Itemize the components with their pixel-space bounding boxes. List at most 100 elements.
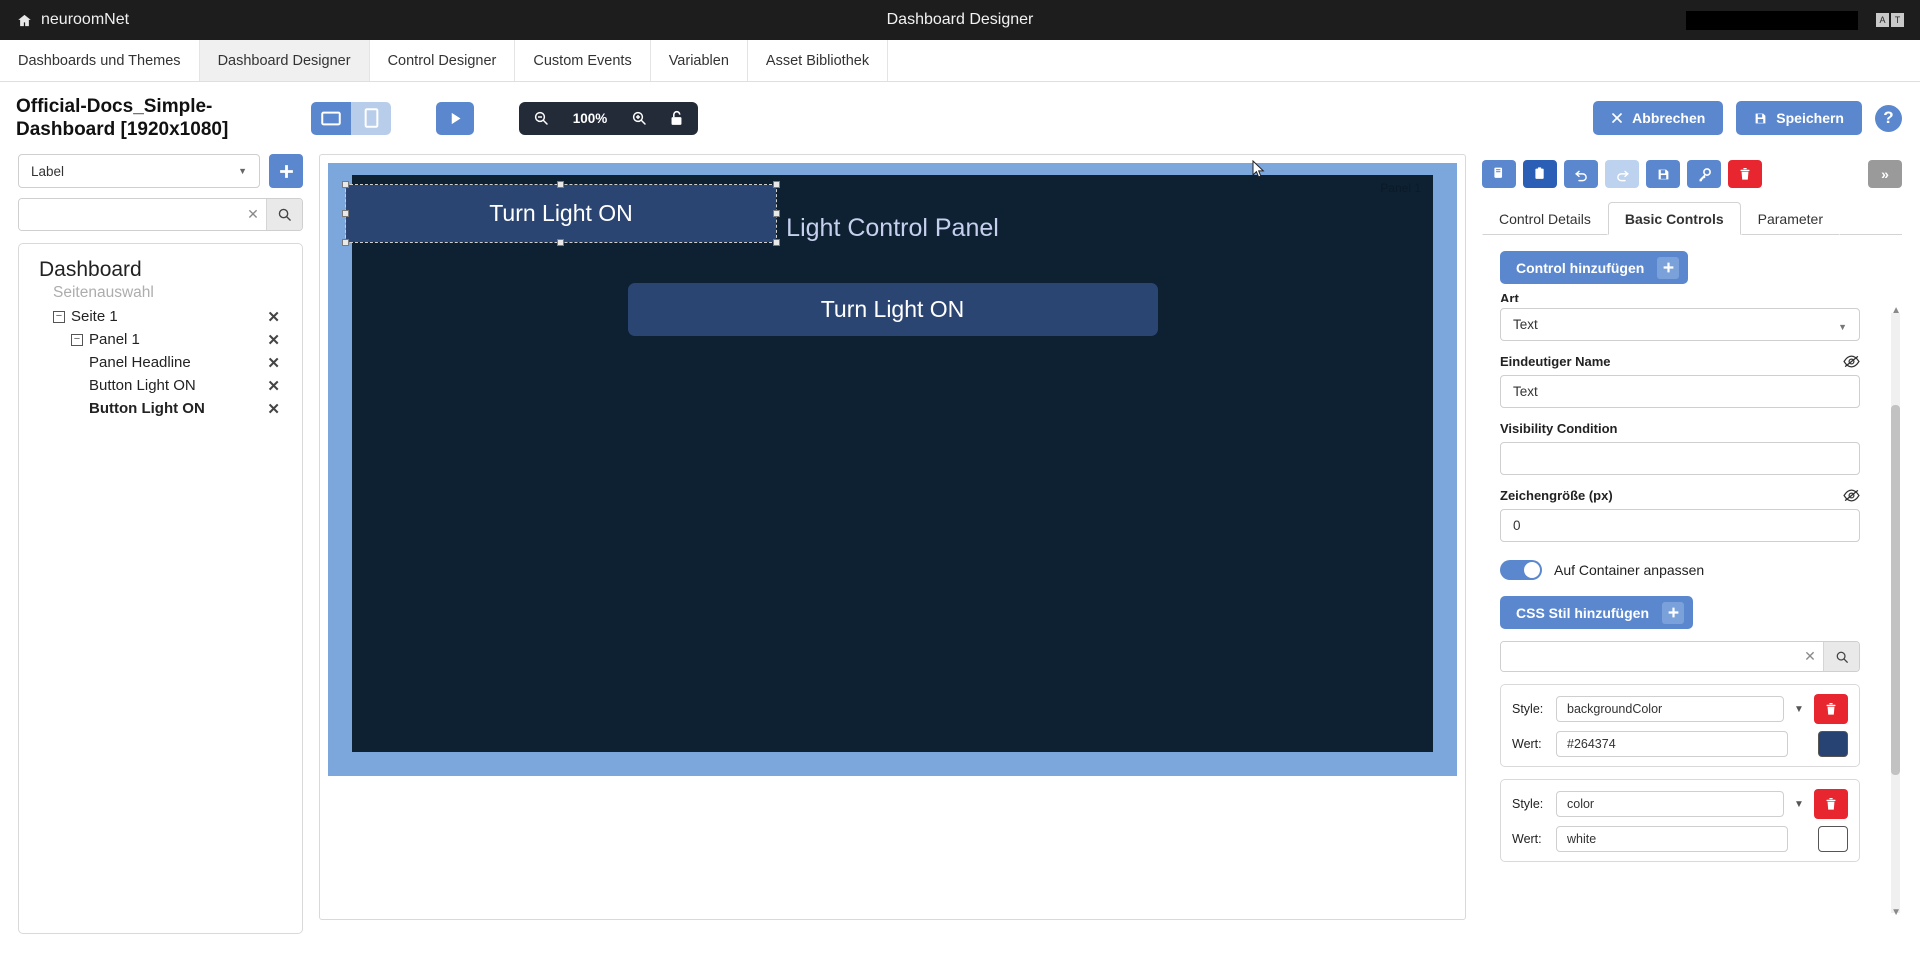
lock-open-icon[interactable]: [669, 110, 684, 127]
control-type-select[interactable]: Label ▼: [18, 154, 260, 188]
add-control-button[interactable]: [269, 154, 303, 188]
header-row: Official-Docs_Simple-Dashboard [1920x108…: [0, 82, 1920, 154]
selected-control[interactable]: Turn Light ON: [346, 185, 776, 242]
design-stage[interactable]: Panel 1 Light Control Panel Turn Light O…: [328, 163, 1457, 776]
search-icon[interactable]: [1823, 642, 1859, 671]
copy-button[interactable]: [1482, 160, 1516, 188]
canvas-frame: Panel 1 Light Control Panel Turn Light O…: [319, 154, 1466, 920]
delete-style-button[interactable]: [1814, 789, 1848, 819]
topbar-icon-group: A T: [1876, 13, 1904, 27]
nav-tab-dashboards-und-themes[interactable]: Dashboards und Themes: [0, 40, 200, 81]
resize-handle-n[interactable]: [557, 181, 564, 188]
resize-handle-nw[interactable]: [342, 181, 349, 188]
resize-handle-s[interactable]: [557, 239, 564, 246]
chevron-down-icon[interactable]: ▼: [1792, 704, 1806, 715]
undo-button[interactable]: [1564, 160, 1598, 188]
style-name-select[interactable]: color: [1556, 791, 1784, 817]
tree-item-label: Panel 1: [89, 331, 140, 348]
add-control-button[interactable]: Control hinzufügen: [1500, 251, 1688, 284]
css-search-input[interactable]: [1501, 642, 1797, 671]
landscape-icon[interactable]: [311, 102, 351, 135]
style-value-input[interactable]: white: [1556, 826, 1788, 852]
color-swatch[interactable]: [1818, 731, 1848, 757]
color-swatch[interactable]: [1818, 826, 1848, 852]
save-button-label: Speichern: [1776, 110, 1844, 126]
tree-item-panel-headline[interactable]: Panel Headline ✕: [39, 351, 290, 374]
delete-button[interactable]: [1728, 160, 1762, 188]
style-key-label: Style:: [1512, 797, 1548, 811]
language-icon[interactable]: A: [1876, 13, 1889, 27]
resize-handle-ne[interactable]: [773, 181, 780, 188]
eindeutiger-name-input[interactable]: Text: [1500, 375, 1860, 408]
tree-item-label: Seite 1: [71, 308, 118, 325]
visibility-condition-input[interactable]: [1500, 442, 1860, 475]
style-value-input[interactable]: #264374: [1556, 731, 1788, 757]
collapse-panel-button[interactable]: »: [1868, 160, 1902, 188]
resize-handle-e[interactable]: [773, 210, 780, 217]
tab-control-details[interactable]: Control Details: [1482, 202, 1608, 235]
nav-tab-variablen[interactable]: Variablen: [651, 40, 748, 81]
tree-item-label: Button Light ON: [89, 377, 196, 394]
properties-scrollbar-thumb[interactable]: [1891, 405, 1900, 775]
nav-tab-control-designer[interactable]: Control Designer: [370, 40, 516, 81]
nav-tab-asset-bibliothek[interactable]: Asset Bibliothek: [748, 40, 888, 81]
preview-play-button[interactable]: [436, 102, 474, 135]
save-control-button[interactable]: [1646, 160, 1680, 188]
chevron-down-icon[interactable]: ▼: [1792, 799, 1806, 810]
cancel-button[interactable]: Abbrechen: [1593, 101, 1723, 135]
tree-item-remove-icon[interactable]: ✕: [267, 331, 280, 349]
tree-search-row: ✕: [18, 198, 303, 231]
scroll-up-arrow[interactable]: ▲: [1891, 305, 1901, 316]
eye-off-icon[interactable]: [1843, 355, 1860, 368]
tree-item-seite-1[interactable]: − Seite 1 ✕: [39, 305, 290, 328]
theme-icon[interactable]: T: [1891, 13, 1904, 27]
orientation-toggle[interactable]: [311, 102, 391, 135]
tree-item-remove-icon[interactable]: ✕: [267, 308, 280, 326]
tree-item-remove-icon[interactable]: ✕: [267, 400, 280, 418]
add-css-style-button[interactable]: CSS Stil hinzufügen: [1500, 596, 1693, 629]
tree-search-input[interactable]: [19, 199, 240, 230]
clear-css-search-icon[interactable]: ✕: [1797, 642, 1823, 671]
portrait-icon[interactable]: [351, 102, 391, 135]
properties-panel: » Control Details Basic Controls Paramet…: [1482, 154, 1902, 964]
scroll-down-arrow[interactable]: ▼: [1891, 907, 1901, 918]
resize-handle-w[interactable]: [342, 210, 349, 217]
paste-button[interactable]: [1523, 160, 1557, 188]
brand[interactable]: neuroomNet: [0, 11, 129, 29]
tree-item-remove-icon[interactable]: ✕: [267, 377, 280, 395]
help-icon[interactable]: ?: [1875, 105, 1902, 132]
tree-item-remove-icon[interactable]: ✕: [267, 354, 280, 372]
nav-tab-dashboard-designer[interactable]: Dashboard Designer: [200, 40, 370, 81]
fit-container-row: Auf Container anpassen: [1500, 560, 1860, 580]
search-icon[interactable]: [266, 199, 302, 230]
collapse-toggle-icon[interactable]: −: [53, 311, 65, 323]
turn-light-on-button[interactable]: Turn Light ON: [628, 283, 1158, 336]
dashboard-panel[interactable]: Panel 1 Light Control Panel Turn Light O…: [352, 175, 1433, 752]
clear-search-icon[interactable]: ✕: [240, 199, 266, 230]
close-icon: [1611, 112, 1623, 124]
toggle-knob: [1524, 562, 1540, 578]
zoom-level: 100%: [571, 111, 609, 126]
eye-off-icon[interactable]: [1843, 489, 1860, 502]
save-button[interactable]: Speichern: [1736, 101, 1862, 135]
properties-content: Control hinzufügen Art Text ▼ Eindeutige…: [1482, 235, 1902, 957]
resize-handle-se[interactable]: [773, 239, 780, 246]
zoom-out-icon[interactable]: [533, 110, 549, 126]
fit-container-toggle[interactable]: [1500, 560, 1542, 580]
art-select[interactable]: Text ▼: [1500, 308, 1860, 341]
style-name-select[interactable]: backgroundColor: [1556, 696, 1784, 722]
zoom-in-icon[interactable]: [631, 110, 647, 126]
resize-handle-sw[interactable]: [342, 239, 349, 246]
key-button[interactable]: [1687, 160, 1721, 188]
cancel-button-label: Abbrechen: [1632, 110, 1705, 126]
left-sidebar: Label ▼ ✕ Dashboard Seitenauswahl − Seit…: [18, 154, 303, 964]
delete-style-button[interactable]: [1814, 694, 1848, 724]
tree-item-panel-1[interactable]: − Panel 1 ✕: [39, 328, 290, 351]
zeichengroesse-input[interactable]: 0: [1500, 509, 1860, 542]
tab-parameter[interactable]: Parameter: [1741, 202, 1840, 235]
nav-tab-custom-events[interactable]: Custom Events: [515, 40, 650, 81]
tree-item-button-light-on[interactable]: Button Light ON ✕: [39, 374, 290, 397]
collapse-toggle-icon[interactable]: −: [71, 334, 83, 346]
tab-basic-controls[interactable]: Basic Controls: [1608, 202, 1741, 235]
tree-item-button-light-on-selected[interactable]: Button Light ON ✕: [39, 397, 290, 420]
